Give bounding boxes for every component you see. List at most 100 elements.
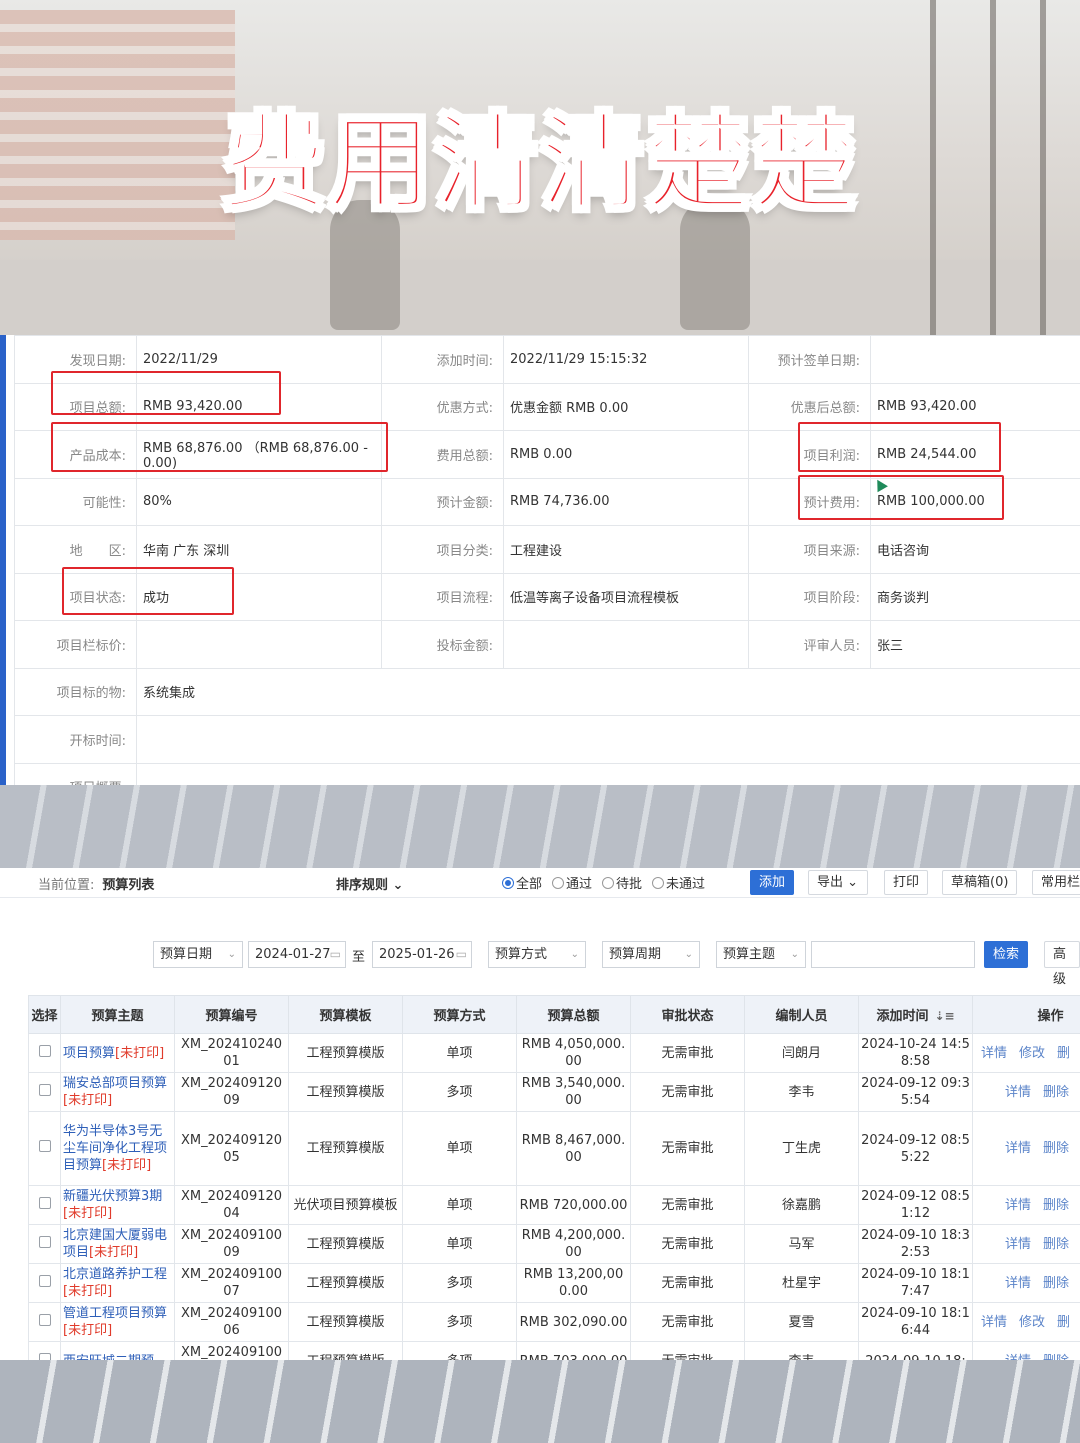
detail-link[interactable]: 详情 — [1005, 1354, 1031, 1361]
detail-link[interactable]: 详情 — [1005, 1085, 1031, 1100]
row-checkbox[interactable] — [38, 1352, 51, 1360]
budget-method-select[interactable]: 预算方式 ⌄ — [488, 941, 586, 968]
radio-dot-icon — [502, 876, 514, 889]
detail-value — [136, 620, 382, 669]
project-detail-panel: 发现日期: 2022/11/29 添加时间: 2022/11/29 15:15:32 预… — [0, 335, 1080, 785]
column-header: 预算总额 — [516, 995, 631, 1034]
advanced-search-button[interactable]: 高级 — [1044, 941, 1080, 987]
delete-link[interactable]: 删 — [1057, 1046, 1070, 1061]
date-type-value: 预算日期 — [160, 947, 213, 962]
date-from-value: 2024-01-27 — [255, 947, 331, 962]
edit-link[interactable]: 修改 — [1019, 1315, 1045, 1330]
budget-author-cell: 徐嘉鹏 — [744, 1185, 859, 1225]
background-solar-panels — [0, 785, 1080, 875]
budget-topic-link[interactable]: 西安旺城二期预 — [60, 1341, 175, 1360]
delete-link[interactable]: 删除 — [1043, 1085, 1069, 1100]
budget-status-cell: 无需审批 — [630, 1033, 745, 1073]
delete-link[interactable]: 删除 — [1043, 1198, 1069, 1213]
budget-time-cell: 2024-09-12 08:51:12 — [858, 1185, 973, 1225]
edit-link[interactable]: 修改 — [1019, 1046, 1045, 1061]
detail-link[interactable]: 详情 — [981, 1315, 1007, 1330]
budget-topic-link[interactable]: 项目预算[未打印] — [60, 1033, 175, 1073]
detail-label: 项目流程: — [381, 572, 504, 621]
delete-link[interactable]: 删 — [1057, 1315, 1070, 1330]
detail-value: 2022/11/29 15:15:32 — [503, 335, 749, 384]
radio-rejected[interactable]: 未通过 — [652, 873, 705, 892]
budget-total-cell: RMB 3,540,000.00 — [516, 1072, 631, 1112]
column-header[interactable]: 添加时间 ⇣≡ — [858, 995, 973, 1034]
table-header-row: 选择 预算主题 预算编号 预算模板 预算方式 预算总额 审批状态 编制人员 添加时间 ⇣≡ 操作 — [28, 995, 1080, 1034]
table-row: 瑞安总部项目预算 [未打印] XM_20240912009 工程预算模版 多项 RMB 3… — [28, 1072, 1080, 1112]
row-checkbox[interactable] — [38, 1235, 51, 1248]
highlight-expected-cost — [798, 475, 1004, 520]
budget-author-cell: 马军 — [744, 1224, 859, 1264]
radio-dot-icon — [652, 876, 665, 889]
add-button[interactable]: 添加 — [750, 870, 795, 895]
search-input[interactable] — [811, 941, 975, 968]
row-checkbox[interactable] — [38, 1274, 51, 1287]
detail-label: 项目标的物: — [14, 667, 137, 716]
row-checkbox[interactable] — [38, 1083, 51, 1096]
column-header-label: 审批状态 — [661, 1009, 714, 1024]
budget-topic-link[interactable]: 北京建国大厦弱电项目[未打印] — [60, 1224, 175, 1264]
radio-pending[interactable]: 待批 — [602, 873, 642, 892]
highlight-project-profit — [798, 422, 1001, 472]
column-header: 审批状态 — [630, 995, 745, 1034]
common-columns-button[interactable]: 常用栏 — [1032, 870, 1080, 895]
budget-topic-select[interactable]: 预算主题 ⌄ — [716, 941, 806, 968]
row-checkbox[interactable] — [38, 1196, 51, 1209]
budget-status-cell: 无需审批 — [630, 1072, 745, 1112]
detail-label: 费用总额: — [381, 430, 504, 479]
row-checkbox[interactable] — [38, 1313, 51, 1326]
delete-link[interactable]: 删除 — [1043, 1237, 1069, 1252]
row-actions-cell: 详情删除 — [972, 1224, 1080, 1264]
budget-topic-link[interactable]: 华为半导体3号无尘车间净化工程项目预算[未打印] — [60, 1111, 175, 1186]
column-header-label: 添加时间 — [876, 1009, 929, 1024]
date-to-value: 2025-01-26 — [379, 947, 455, 962]
budget-topic-link[interactable]: 北京道路养护工程 [未打印] — [60, 1263, 175, 1303]
detail-link[interactable]: 详情 — [1005, 1276, 1031, 1291]
detail-label: 添加时间: — [381, 335, 504, 384]
sort-icon[interactable]: ⇣≡ — [934, 1009, 954, 1023]
delete-link[interactable]: 删除 — [1043, 1276, 1069, 1291]
detail-value: RMB 74,736.00 — [503, 477, 749, 526]
radio-all[interactable]: 全部 — [502, 873, 542, 892]
chevron-down-icon: ⌄ — [847, 875, 859, 890]
date-type-select[interactable]: 预算日期 ⌄ — [153, 941, 243, 968]
budget-method-cell: 单项 — [402, 1033, 517, 1073]
budget-topic-link[interactable]: 管道工程项目预算 [未打印] — [60, 1302, 175, 1342]
budget-time-cell: 2024-09-12 08:55:22 — [858, 1111, 973, 1186]
print-status-tag: [未打印] — [63, 1093, 113, 1108]
export-button[interactable]: 导出 ⌄ — [808, 870, 868, 895]
highlight-product-cost — [51, 422, 388, 472]
sort-rule-dropdown[interactable]: 排序规则 ⌄ — [336, 874, 403, 893]
print-button[interactable]: 打印 — [884, 870, 929, 895]
detail-value: 80% — [136, 477, 382, 526]
date-to-input[interactable]: 2025-01-26 ▭ — [372, 941, 472, 968]
delete-link[interactable]: 删除 — [1043, 1141, 1069, 1156]
row-checkbox[interactable] — [38, 1044, 51, 1057]
detail-link[interactable]: 详情 — [1005, 1237, 1031, 1252]
delete-link[interactable]: 删除 — [1043, 1354, 1069, 1361]
date-from-input[interactable]: 2024-01-27 ▭ — [248, 941, 346, 968]
budget-topic-value: 预算主题 — [723, 947, 776, 962]
budget-method-cell: 多项 — [402, 1072, 517, 1112]
radio-passed[interactable]: 通过 — [552, 873, 592, 892]
drafts-button[interactable]: 草稿箱(0) — [942, 870, 1018, 895]
budget-topic-link[interactable]: 新疆光伏预算3期 [未打印] — [60, 1185, 175, 1225]
background-floor — [0, 260, 1080, 335]
chevron-down-icon: ⌄ — [790, 949, 799, 960]
budget-time-cell: 2024-10-24 14:58:58 — [858, 1033, 973, 1073]
budget-topic-link[interactable]: 瑞安总部项目预算 [未打印] — [60, 1072, 175, 1112]
detail-link[interactable]: 详情 — [981, 1046, 1007, 1061]
budget-total-cell: RMB 720,000.00 — [516, 1185, 631, 1225]
search-button[interactable]: 检索 — [984, 941, 1029, 968]
detail-row: 项目栏标价: 投标金额: 评审人员: 张三 — [14, 620, 1080, 669]
detail-link[interactable]: 详情 — [1005, 1198, 1031, 1213]
budget-method-value: 预算方式 — [495, 947, 548, 962]
radio-dot-icon — [552, 876, 565, 889]
budget-period-select[interactable]: 预算周期 ⌄ — [602, 941, 700, 968]
detail-label: 评审人员: — [748, 620, 871, 669]
detail-link[interactable]: 详情 — [1005, 1141, 1031, 1156]
row-checkbox[interactable] — [38, 1140, 51, 1152]
